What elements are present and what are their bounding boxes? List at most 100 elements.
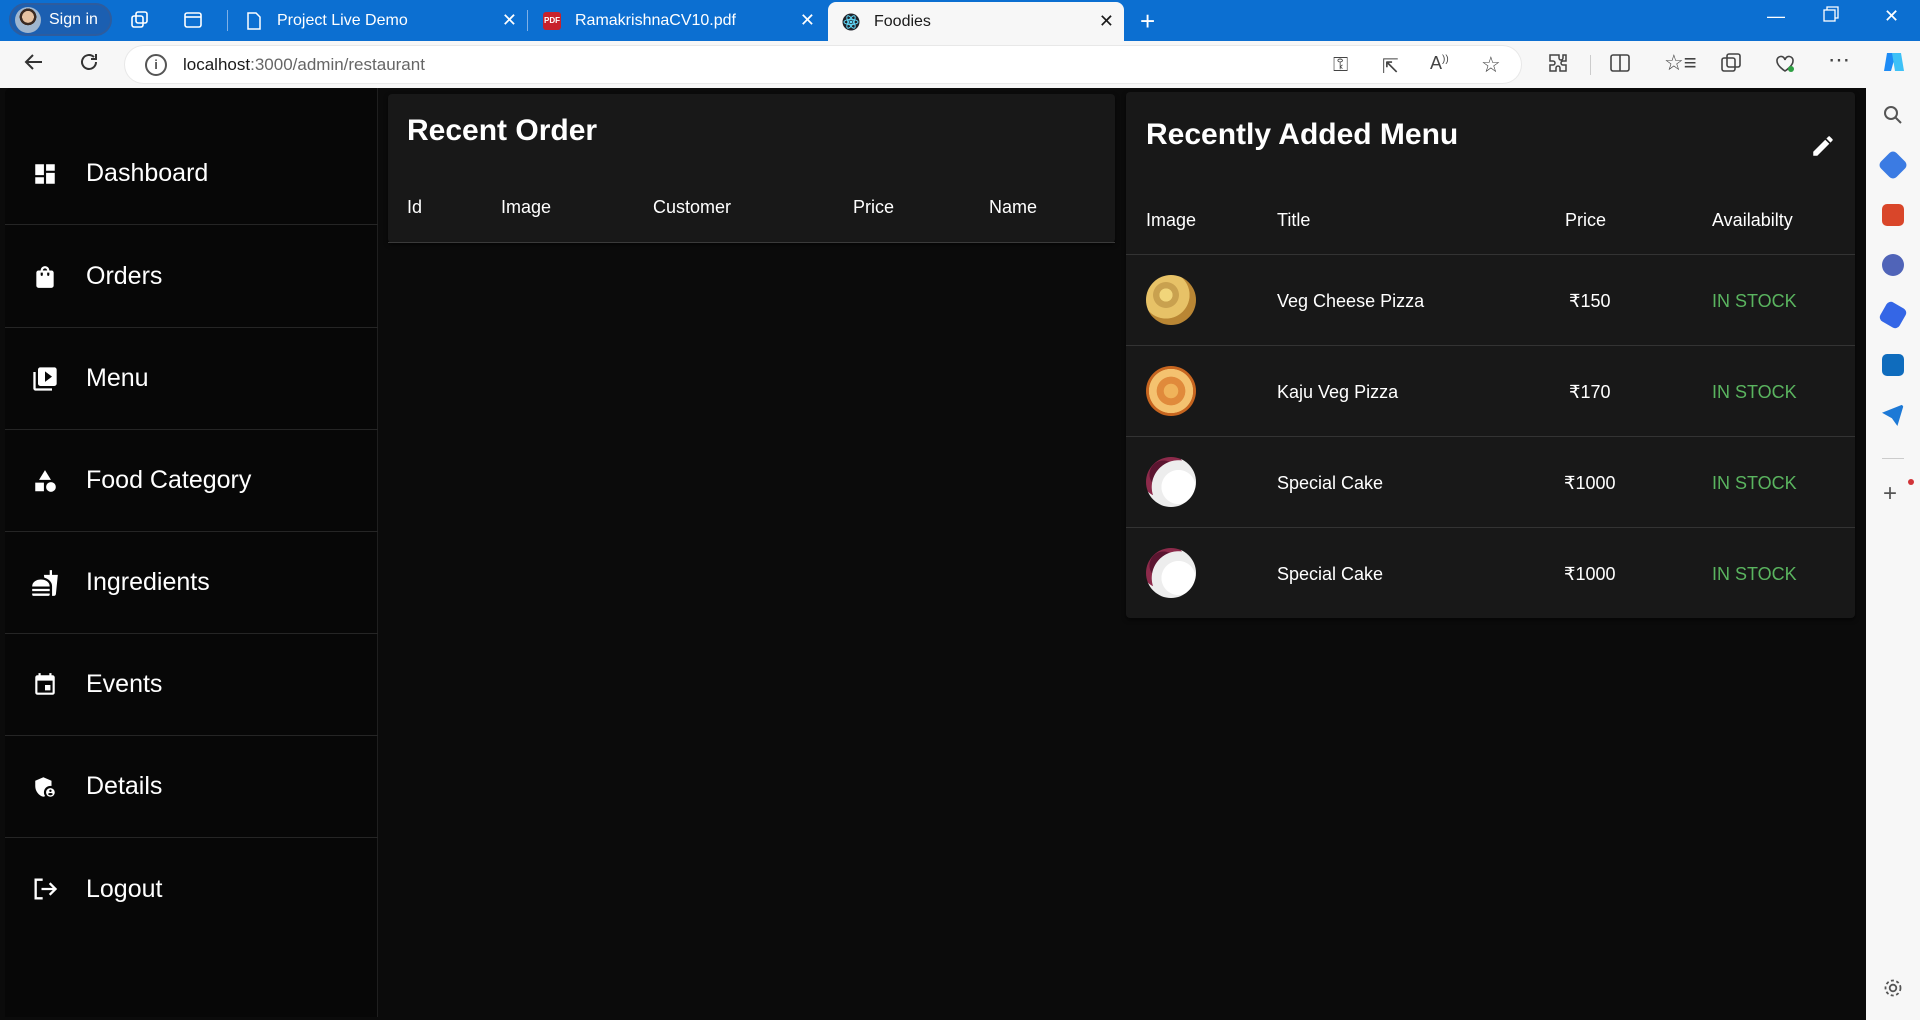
signin-label: Sign in [49, 10, 98, 28]
menu-book-icon [31, 365, 59, 393]
menu-price: ₹1000 [1564, 564, 1616, 584]
panel-title: Recent Order [407, 114, 598, 147]
menu-price: ₹170 [1569, 382, 1611, 402]
copilot-icon[interactable] [1881, 49, 1907, 81]
category-icon [31, 467, 59, 495]
menu-title: Kaju Veg Pizza [1277, 382, 1399, 402]
menu-title: Special Cake [1277, 564, 1384, 584]
tab-foodies[interactable]: Foodies ✕ [828, 2, 1124, 41]
back-icon[interactable] [22, 50, 46, 81]
column-header: Title [1277, 210, 1311, 230]
fastfood-icon [31, 569, 59, 597]
site-info-icon[interactable]: i [145, 53, 167, 76]
notification-dot [1908, 479, 1914, 485]
tab-title: RamakrishnaCV10.pdf [575, 11, 736, 29]
sidebar-item-label: Dashboard [86, 159, 209, 187]
calendar-icon [31, 671, 59, 699]
profile-signin-button[interactable]: Sign in [9, 3, 112, 36]
shopping-bag-icon [31, 263, 59, 291]
tab-separator [527, 10, 528, 31]
tools-icon[interactable] [1882, 204, 1904, 226]
admin-shield-icon [31, 773, 59, 801]
sidebar-item-menu[interactable]: Menu [5, 328, 378, 430]
status-badge: IN STOCK [1712, 473, 1797, 493]
shopping-tag-icon[interactable] [1877, 149, 1909, 181]
browser-essentials-icon[interactable] [1774, 52, 1796, 80]
close-window-icon[interactable]: ✕ [1884, 6, 1899, 27]
column-header: Image [1146, 210, 1197, 230]
split-screen-icon[interactable] [1609, 52, 1631, 80]
sidebar-item-label: Logout [86, 874, 163, 903]
microsoft-365-icon[interactable] [1877, 299, 1909, 331]
toolbar-separator [1590, 55, 1591, 75]
games-icon[interactable] [1882, 254, 1904, 276]
open-in-app-icon[interactable]: ⇱ [1382, 54, 1399, 79]
sidebar-item-orders[interactable]: Orders [5, 226, 378, 328]
extensions-icon[interactable] [1547, 52, 1569, 80]
tab-project-live-demo[interactable]: Project Live Demo ✕ [231, 4, 527, 37]
sidebar-item-events[interactable]: Events [5, 634, 378, 736]
column-header: Price [853, 197, 895, 217]
row-divider [1126, 345, 1855, 346]
edge-sidebar: + [1866, 88, 1920, 1020]
add-icon[interactable]: + [1883, 480, 1897, 508]
browser-tab-bar: Sign in Project Live Demo ✕ PDF Ramakris… [0, 0, 1920, 41]
close-icon[interactable]: ✕ [800, 10, 815, 31]
sidebar-item-logout[interactable]: Logout [5, 838, 378, 940]
recent-menu-panel: Recently Added Menu Image Title Price Av… [1126, 92, 1855, 618]
avatar [15, 6, 41, 33]
sidebar-item-food-category[interactable]: Food Category [5, 430, 378, 532]
workspaces-icon[interactable] [128, 8, 152, 32]
tab-pdf[interactable]: PDF RamakrishnaCV10.pdf ✕ [529, 4, 825, 37]
restore-icon[interactable] [1823, 6, 1839, 27]
refresh-icon[interactable] [77, 50, 101, 81]
react-icon [842, 13, 860, 31]
sidebar-item-label: Menu [86, 364, 149, 392]
column-header: Id [407, 197, 423, 217]
favorite-star-icon[interactable]: ☆ [1481, 52, 1501, 78]
favorites-list-icon[interactable]: ☆≡ [1664, 50, 1697, 76]
page-icon [245, 11, 263, 30]
tab-actions-icon[interactable] [181, 8, 205, 32]
minimize-icon[interactable]: — [1767, 6, 1785, 27]
sidebar-item-label: Events [86, 670, 163, 698]
outlook-icon[interactable] [1882, 354, 1904, 376]
food-image [1146, 457, 1196, 507]
sidebar-item-ingredients[interactable]: Ingredients [5, 532, 378, 634]
edge-separator [1882, 458, 1904, 459]
status-badge: IN STOCK [1712, 291, 1797, 311]
sidebar-item-label: Food Category [86, 466, 252, 494]
food-image [1146, 366, 1196, 416]
row-divider [1126, 436, 1855, 437]
sidebar-item-dashboard[interactable]: Dashboard [5, 123, 378, 225]
row-divider [1126, 527, 1855, 528]
column-header: Customer [653, 197, 732, 217]
menu-price: ₹150 [1569, 291, 1611, 311]
url-field[interactable]: i localhost:3000/admin/restaurant ⚿ ⇱ A)… [125, 46, 1521, 83]
sidebar-item-label: Orders [86, 262, 163, 290]
close-icon[interactable]: ✕ [502, 10, 517, 31]
new-tab-icon[interactable]: + [1140, 6, 1155, 37]
sidebar-item-details[interactable]: Details [5, 736, 378, 838]
key-icon[interactable]: ⚿ [1333, 54, 1348, 77]
admin-sidebar: Dashboard Orders Menu Food Category Ingr… [5, 88, 378, 1017]
column-header: Availabilty [1712, 210, 1793, 230]
settings-gear-icon[interactable] [1882, 977, 1904, 1004]
column-header: Image [501, 197, 552, 217]
logout-icon [31, 875, 59, 903]
tab-title: Foodies [874, 12, 931, 30]
more-options-icon[interactable]: ⋯ [1828, 47, 1850, 73]
url-text: localhost:3000/admin/restaurant [183, 54, 425, 74]
browser-address-bar: i localhost:3000/admin/restaurant ⚿ ⇱ A)… [0, 41, 1920, 88]
send-icon[interactable] [1882, 404, 1904, 426]
edit-pencil-icon[interactable] [1810, 133, 1836, 164]
menu-title: Veg Cheese Pizza [1277, 291, 1425, 311]
foodies-admin-app: Dashboard Orders Menu Food Category Ingr… [5, 88, 1866, 1017]
close-icon[interactable]: ✕ [1099, 11, 1114, 32]
collections-icon[interactable] [1720, 52, 1742, 80]
table-divider [1126, 254, 1855, 255]
sidebar-item-label: Details [86, 772, 163, 800]
search-icon[interactable] [1882, 104, 1904, 131]
read-aloud-icon[interactable]: A)) [1430, 53, 1449, 74]
tab-separator [227, 10, 228, 31]
